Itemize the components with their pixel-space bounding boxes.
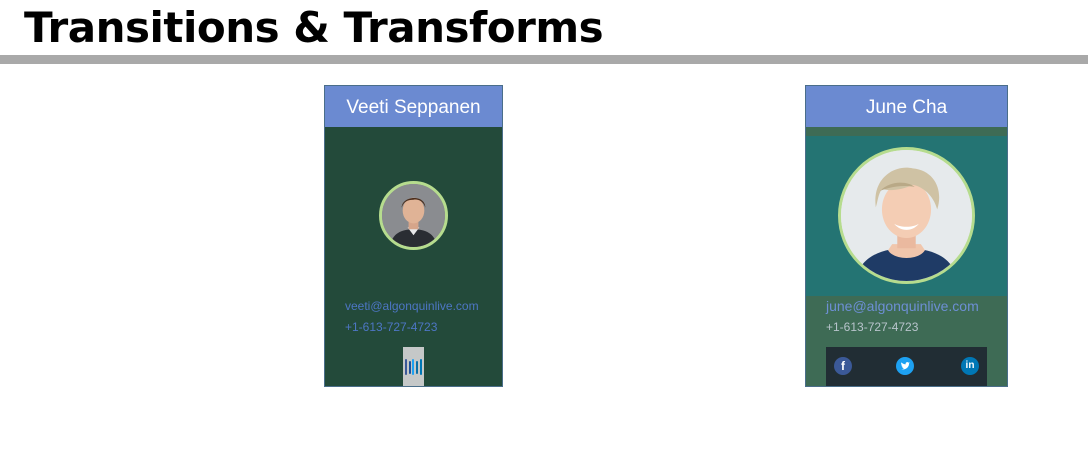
card-name-header: Veeti Seppanen (325, 86, 502, 127)
profile-card-june[interactable]: June Cha june@algonquinlive.com +1-613-7… (805, 85, 1008, 387)
profile-card-veeti[interactable]: Veeti Seppanen veeti@algonquinlive.com +… (324, 85, 503, 387)
social-bar: f in (826, 347, 987, 386)
email-link[interactable]: june@algonquinlive.com (826, 298, 979, 314)
twitter-bird-icon (901, 362, 910, 370)
email-link[interactable]: veeti@algonquinlive.com (345, 299, 479, 313)
profile-avatar (838, 147, 975, 284)
linkedin-icon[interactable]: in (961, 357, 979, 375)
profile-avatar (379, 181, 448, 250)
phone-link[interactable]: +1-613-727-4723 (826, 320, 918, 334)
page-title: Transitions & Transforms (24, 3, 604, 52)
card-name-header: June Cha (806, 86, 1007, 127)
title-divider (0, 55, 1088, 64)
facebook-icon[interactable]: f (834, 357, 852, 375)
social-bar-collapsed[interactable] (403, 347, 424, 386)
twitter-icon[interactable] (896, 357, 914, 375)
avatar-photo (382, 184, 445, 247)
social-icons-squeezed-icon (405, 359, 422, 375)
avatar-photo (841, 150, 972, 281)
phone-link[interactable]: +1-613-727-4723 (345, 320, 437, 334)
